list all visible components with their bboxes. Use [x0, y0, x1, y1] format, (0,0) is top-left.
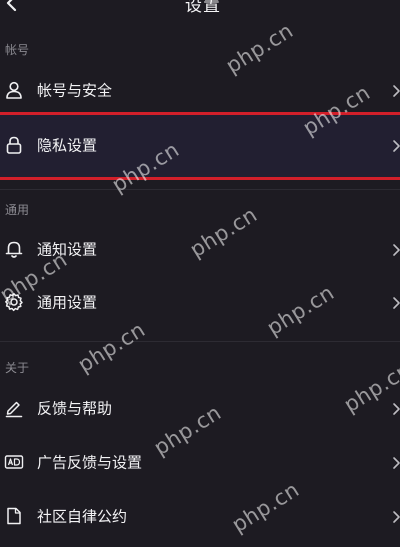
- section-divider: [0, 341, 400, 342]
- lock-icon: [4, 135, 24, 155]
- chevron-right-icon: [390, 138, 400, 152]
- menu-item-label: 帐号与安全: [37, 81, 113, 100]
- chevron-right-icon: [390, 242, 400, 256]
- section-header-account: 帐号: [5, 43, 30, 57]
- chevron-right-icon: [390, 455, 400, 469]
- top-navigation-bar: 设置: [0, 0, 400, 14]
- chevron-right-icon: [390, 401, 400, 415]
- page-title: 设置: [185, 0, 221, 14]
- user-icon: [4, 80, 24, 100]
- chevron-right-icon: [390, 509, 400, 523]
- highlight-border-bottom: [0, 177, 400, 180]
- chevron-right-icon: [390, 83, 400, 97]
- chevron-right-icon: [390, 295, 400, 309]
- menu-item-community-guidelines[interactable]: 社区自律公约: [0, 490, 400, 542]
- section-divider: [0, 189, 400, 190]
- ad-icon: [4, 452, 24, 472]
- document-icon: [4, 506, 24, 526]
- menu-item-label: 通用设置: [37, 293, 98, 312]
- menu-item-label: 隐私设置: [37, 136, 98, 155]
- menu-item-ad-feedback-settings[interactable]: 广告反馈与设置: [0, 436, 400, 488]
- menu-item-general-settings[interactable]: 通用设置: [0, 276, 400, 328]
- section-header-general: 通用: [5, 203, 30, 217]
- bell-icon: [4, 239, 24, 259]
- back-arrow-icon: [6, 0, 17, 12]
- section-header-about: 关于: [5, 361, 30, 375]
- edit-icon: [4, 398, 24, 418]
- back-button[interactable]: [2, 0, 22, 14]
- menu-item-label: 反馈与帮助: [37, 399, 113, 418]
- menu-item-label: 社区自律公约: [37, 507, 128, 526]
- menu-item-privacy-settings[interactable]: 隐私设置: [0, 119, 400, 171]
- menu-item-label: 广告反馈与设置: [37, 453, 143, 472]
